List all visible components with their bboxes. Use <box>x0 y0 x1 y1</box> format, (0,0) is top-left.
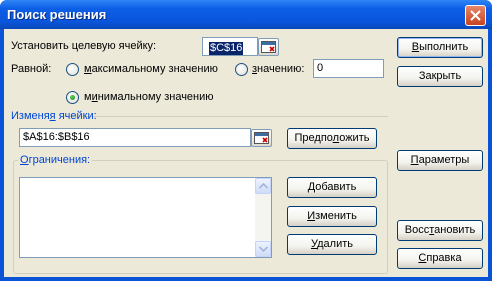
target-cell-ref-button[interactable] <box>258 38 279 56</box>
target-cell-label: Установить целевую ячейку: <box>11 40 157 52</box>
guess-button[interactable]: Предположить <box>287 128 377 149</box>
close-icon <box>470 10 481 21</box>
equal-to-label: Равной: <box>11 63 52 75</box>
radio-value[interactable] <box>235 63 248 76</box>
scroll-up-icon <box>259 183 268 189</box>
scroll-down-icon <box>259 246 268 252</box>
close-window-button[interactable] <box>465 5 486 26</box>
scroll-up-button[interactable] <box>255 178 271 194</box>
changing-cells-divider <box>64 116 388 117</box>
help-button[interactable]: Справка <box>397 248 483 269</box>
target-cell-input[interactable]: $C$16 <box>202 37 258 56</box>
parameters-button[interactable]: Параметры <box>397 150 483 171</box>
radio-min-label[interactable]: минимальному значению <box>84 91 214 104</box>
changing-cells-input[interactable]: $A$16:$B$16 <box>19 128 251 147</box>
radio-max[interactable] <box>66 63 79 76</box>
change-button[interactable]: Изменить <box>287 206 377 227</box>
value-input[interactable]: 0 <box>313 59 384 78</box>
window-title: Поиск решения <box>7 7 107 22</box>
dialog-body: Установить целевую ячейку: $C$16 Равной:… <box>4 29 488 277</box>
delete-button[interactable]: Удалить <box>287 234 377 255</box>
constraints-scrollbar[interactable] <box>255 178 271 257</box>
changing-cells-ref-button[interactable] <box>251 129 272 147</box>
execute-button[interactable]: Выполнить <box>397 37 483 58</box>
constraints-list[interactable] <box>19 177 272 258</box>
title-bar[interactable]: Поиск решения <box>0 0 492 29</box>
close-button[interactable]: Закрыть <box>397 66 483 87</box>
target-cell-value: $C$16 <box>209 42 244 55</box>
collapse-dialog-icon <box>254 132 269 144</box>
radio-min[interactable] <box>66 91 79 104</box>
add-button[interactable]: Добавить <box>287 177 377 198</box>
constraints-label: Ограничения: <box>18 154 93 167</box>
changing-cells-label: Изменяя ячейки: <box>11 110 97 122</box>
collapse-dialog-icon <box>261 41 276 53</box>
restore-button[interactable]: Восстановить <box>397 220 483 241</box>
radio-selected-dot <box>70 95 75 100</box>
radio-value-label[interactable]: значению: <box>252 63 304 76</box>
scroll-down-button[interactable] <box>255 241 271 257</box>
solver-dialog: Поиск решения Установить целевую ячейку:… <box>0 0 492 281</box>
radio-max-label[interactable]: максимальному значению <box>84 63 218 76</box>
